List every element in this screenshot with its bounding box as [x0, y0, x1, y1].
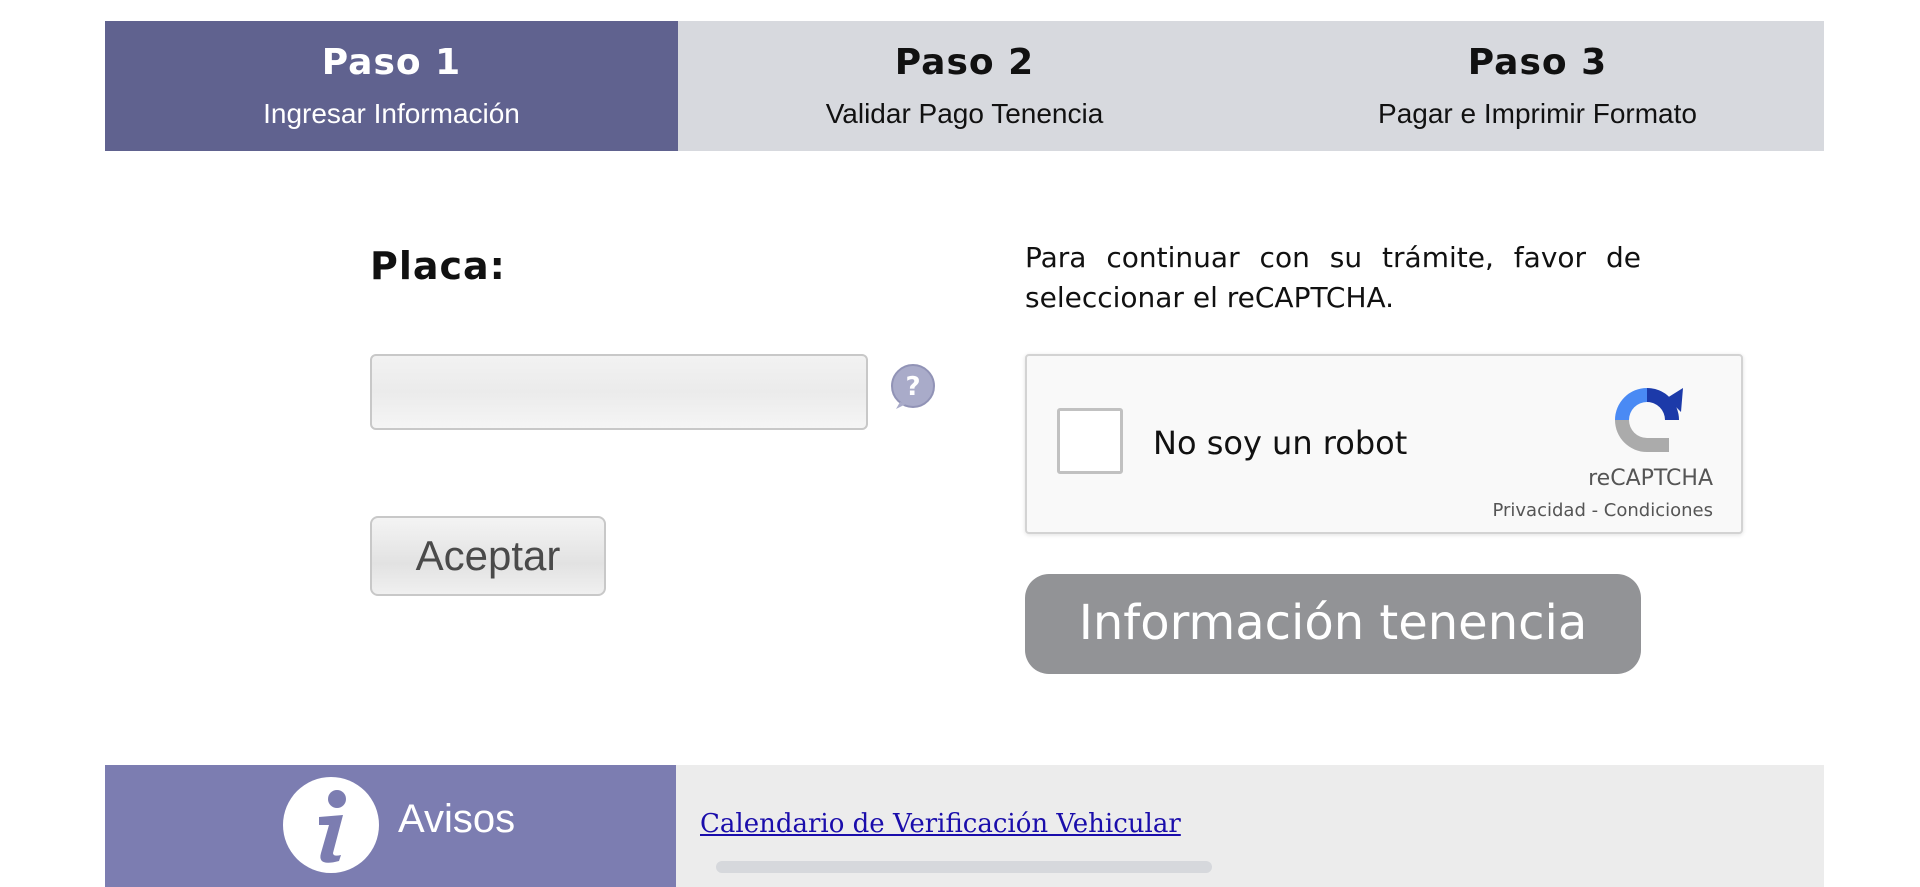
- captcha-instructions: Para continuar con su trámite, favor de …: [1025, 241, 1641, 314]
- step-2-title: Paso 2: [894, 42, 1035, 83]
- step-3-title: Paso 3: [1467, 42, 1608, 83]
- svg-text:?: ?: [905, 372, 920, 402]
- recaptcha-logo-icon: [1615, 388, 1683, 452]
- step-1: Paso 1 Ingresar Información: [105, 21, 678, 151]
- informacion-tenencia-button[interactable]: Información tenencia: [1025, 574, 1641, 674]
- recaptcha-checkbox[interactable]: [1057, 408, 1123, 474]
- recaptcha-label: No soy un robot: [1153, 424, 1408, 462]
- avisos-scrollbar[interactable]: [716, 861, 1212, 873]
- step-2-subtitle: Validar Pago Tenencia: [825, 98, 1104, 129]
- steps-bar: Paso 1 Ingresar Información Paso 2 Valid…: [105, 21, 1824, 151]
- step-1-subtitle: Ingresar Información: [263, 98, 520, 129]
- step-3: Paso 3 Pagar e Imprimir Formato: [1251, 21, 1824, 151]
- avisos-header: Avisos: [105, 765, 676, 887]
- recaptcha-brand: reCAPTCHA: [1588, 466, 1713, 491]
- calendario-verificacion-link[interactable]: Calendario de Verificación Vehicular: [700, 809, 1181, 839]
- placa-input[interactable]: [370, 354, 868, 430]
- avisos-label: Avisos: [398, 797, 516, 841]
- help-icon[interactable]: ?: [888, 362, 938, 412]
- step-3-subtitle: Pagar e Imprimir Formato: [1378, 98, 1697, 129]
- step-1-title: Paso 1: [321, 42, 462, 83]
- informacion-tenencia-label: Información tenencia: [1078, 595, 1588, 651]
- info-icon: [283, 777, 379, 873]
- recaptcha-widget: No soy un robot reCAPTCHA Privacidad - C…: [1025, 354, 1743, 534]
- step-2: Paso 2 Validar Pago Tenencia: [678, 21, 1251, 151]
- recaptcha-links[interactable]: Privacidad - Condiciones: [1492, 500, 1713, 521]
- placa-label: Placa:: [370, 244, 506, 288]
- accept-button[interactable]: Aceptar: [370, 516, 606, 596]
- avisos-content: Calendario de Verificación Vehicular: [676, 765, 1824, 887]
